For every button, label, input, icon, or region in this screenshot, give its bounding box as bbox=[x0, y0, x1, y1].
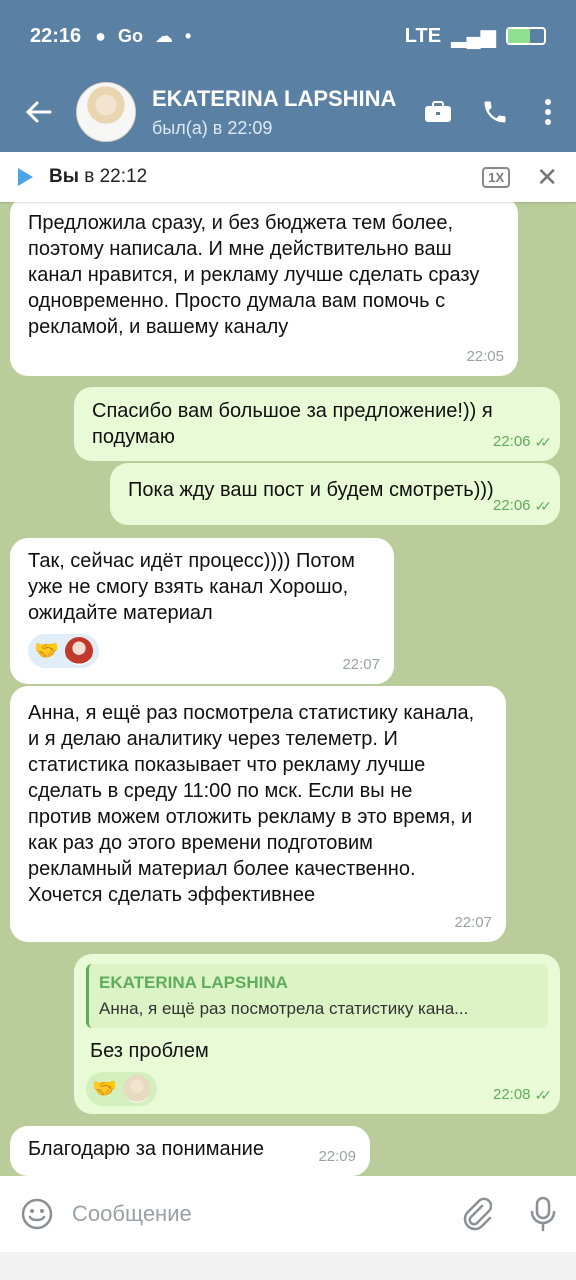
avatar[interactable] bbox=[76, 82, 136, 142]
cloud-icon: ☁ bbox=[155, 25, 174, 46]
reaction-avatar bbox=[122, 1075, 151, 1103]
message-list[interactable]: Предложила сразу, и без бюджета тем боле… bbox=[0, 202, 576, 1176]
call-button[interactable] bbox=[470, 98, 520, 126]
microphone-icon[interactable] bbox=[530, 1196, 556, 1232]
message-bubble[interactable]: Спасибо вам большое за предложение!)) я … bbox=[74, 387, 560, 461]
reply-name: EKATERINA LAPSHINA bbox=[99, 973, 288, 992]
arrow-left-icon bbox=[25, 101, 52, 123]
message-time: 22:06 ✓✓ bbox=[493, 429, 553, 455]
message-text: Благодарю за понимание bbox=[28, 1138, 264, 1160]
message-time: 22:07 bbox=[454, 914, 492, 931]
battery-icon bbox=[506, 27, 546, 45]
message-text: Предложила сразу, и без бюджета тем боле… bbox=[28, 212, 480, 338]
message-text: Анна, я ещё раз посмотрела статистику ка… bbox=[28, 702, 475, 906]
message-text: Спасибо вам большое за предложение!)) я … bbox=[92, 400, 493, 448]
close-icon[interactable]: ✕ bbox=[536, 162, 558, 193]
reaction-chip[interactable]: 🤝 bbox=[86, 1072, 157, 1106]
notification-icons: ● Go ☁ • bbox=[95, 26, 191, 47]
handshake-icon: 🤝 bbox=[92, 1078, 117, 1100]
reaction-avatar bbox=[64, 637, 93, 665]
chat-info[interactable]: EKATERINA LAPSHINA был(а) в 22:09 bbox=[152, 86, 422, 139]
system-nav-bar bbox=[0, 1252, 576, 1280]
message-time: 22:05 bbox=[466, 348, 504, 365]
status-bar: 22:16 ● Go ☁ • LTE ▂▄▆ bbox=[0, 0, 576, 72]
app-bar: EKATERINA LAPSHINA был(а) в 22:09 bbox=[0, 72, 576, 152]
message-time: 22:09 bbox=[318, 1148, 356, 1165]
player-label: Вы в 22:12 bbox=[49, 166, 147, 188]
attach-icon[interactable] bbox=[460, 1197, 492, 1231]
play-icon[interactable] bbox=[18, 168, 33, 186]
dot-icon: • bbox=[185, 25, 192, 46]
phone-icon bbox=[484, 101, 506, 123]
network-label: LTE bbox=[404, 24, 442, 47]
chat-last-seen: был(а) в 22:09 bbox=[152, 117, 273, 138]
reply-quote[interactable]: EKATERINA LAPSHINA Анна, я ещё раз посмо… bbox=[86, 964, 548, 1028]
message-bubble[interactable]: Предложила сразу, и без бюджета тем боле… bbox=[10, 202, 518, 376]
message-time: 22:08 ✓✓ bbox=[493, 1082, 553, 1108]
read-checks-icon: ✓✓ bbox=[534, 498, 553, 514]
audio-player-bar: Вы в 22:12 1X ✕ bbox=[0, 152, 576, 202]
message-text: Пока жду ваш пост и будем смотреть))) bbox=[128, 479, 494, 501]
chat-header: 22:16 ● Go ☁ • LTE ▂▄▆ EKATERINA LAPSHIN… bbox=[0, 0, 576, 152]
reaction-chip[interactable]: 🤝 bbox=[28, 634, 99, 668]
back-button[interactable] bbox=[0, 72, 76, 152]
message-time: 22:07 bbox=[342, 656, 380, 673]
chat-notification-icon: ● bbox=[95, 25, 107, 46]
composer: Сообщение bbox=[0, 1176, 576, 1252]
briefcase-icon bbox=[425, 101, 451, 122]
status-time: 22:16 bbox=[30, 24, 82, 47]
read-checks-icon: ✓✓ bbox=[534, 1087, 553, 1103]
message-bubble[interactable]: Пока жду ваш пост и будем смотреть))) 22… bbox=[110, 463, 560, 525]
read-checks-icon: ✓✓ bbox=[534, 434, 553, 450]
app-notification-icon: Go bbox=[118, 25, 144, 46]
signal-icon: ▂▄▆ bbox=[451, 25, 496, 48]
message-text: Так, сейчас идёт процесс)))) Потом уже н… bbox=[28, 550, 355, 624]
message-input[interactable]: Сообщение bbox=[72, 1201, 460, 1227]
reply-text: Анна, я ещё раз посмотрела статистику ка… bbox=[99, 999, 469, 1018]
playback-speed-button[interactable]: 1X bbox=[482, 166, 511, 188]
message-time: 22:06 ✓✓ bbox=[493, 493, 553, 519]
emoji-icon[interactable] bbox=[20, 1197, 54, 1231]
chat-name: EKATERINA LAPSHINA bbox=[152, 85, 397, 111]
message-bubble[interactable]: Так, сейчас идёт процесс)))) Потом уже н… bbox=[10, 538, 394, 684]
message-text: Без проблем bbox=[90, 1040, 209, 1062]
more-vertical-icon bbox=[545, 99, 551, 125]
handshake-icon: 🤝 bbox=[34, 640, 59, 662]
message-bubble[interactable]: Анна, я ещё раз посмотрела статистику ка… bbox=[10, 686, 506, 942]
player-sender: Вы bbox=[49, 166, 79, 187]
message-bubble[interactable]: Благодарю за понимание 22:09 bbox=[10, 1126, 370, 1176]
message-bubble[interactable]: EKATERINA LAPSHINA Анна, я ещё раз посмо… bbox=[74, 954, 560, 1114]
more-menu-button[interactable] bbox=[520, 98, 576, 126]
player-time: в 22:12 bbox=[84, 166, 148, 187]
